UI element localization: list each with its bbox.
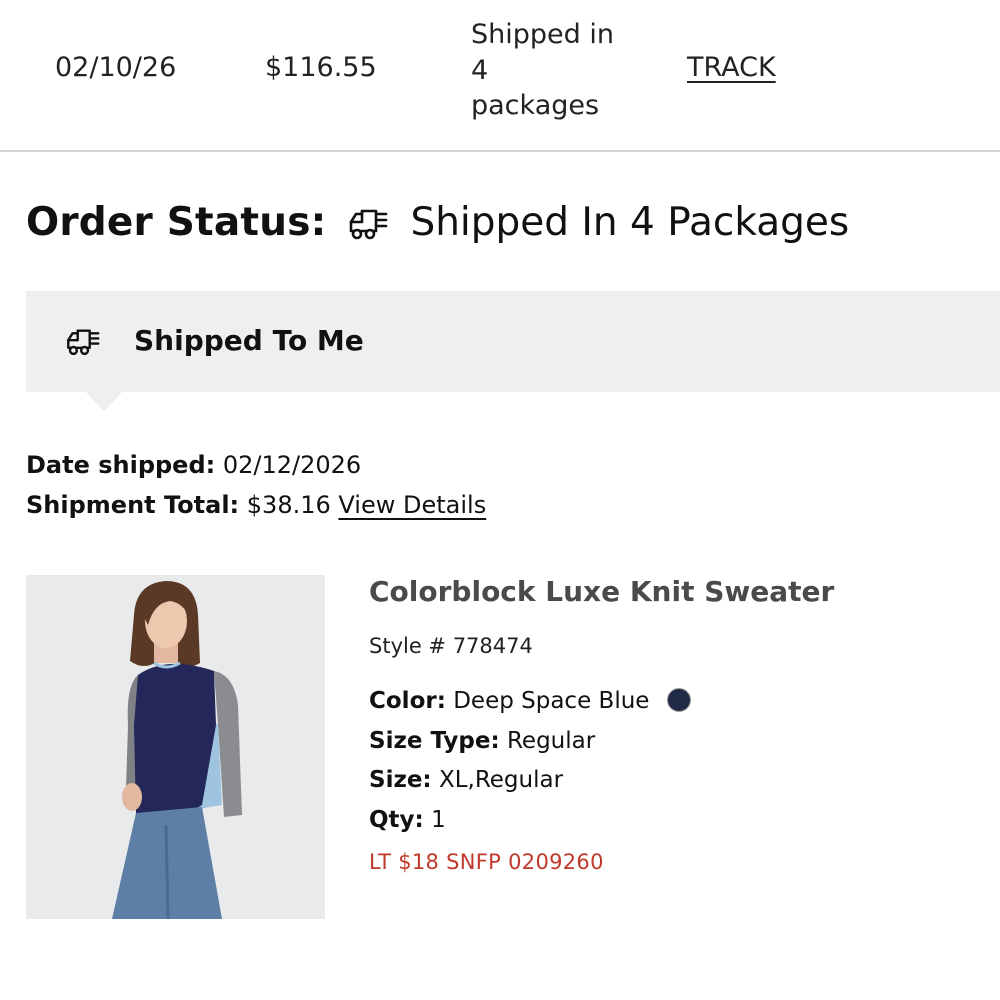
qty-row: Qty: 1 xyxy=(369,801,989,841)
track-link[interactable]: TRACK xyxy=(687,52,776,83)
color-row: Color: Deep Space Blue xyxy=(369,682,989,722)
shipment-total-label: Shipment Total: xyxy=(26,491,240,519)
qty-value: 1 xyxy=(431,806,446,833)
date-shipped-value: 02/12/2026 xyxy=(222,451,362,479)
order-status-value: Shipped In 4 Packages xyxy=(410,200,850,245)
view-details-link[interactable]: View Details xyxy=(338,491,486,519)
size-type-row: Size Type: Regular xyxy=(369,722,989,762)
color-label: Color: xyxy=(369,688,446,714)
color-swatch xyxy=(666,688,691,712)
product-attributes: Color: Deep Space Blue Size Type: Regula… xyxy=(369,682,989,840)
delivery-truck-icon xyxy=(346,205,388,241)
date-shipped-label: Date shipped: xyxy=(26,451,216,479)
size-type-value: Regular xyxy=(506,727,596,754)
order-status-label: Order Status: xyxy=(26,200,327,245)
order-shipping-status: Shipped in 4 packages xyxy=(471,17,651,124)
order-shipping-status-line: 4 xyxy=(471,54,489,86)
shipment-title: Shipped To Me xyxy=(134,324,364,357)
order-summary-row: 02/10/26 $116.55 Shipped in 4 packages T… xyxy=(0,0,1000,152)
qty-label: Qty: xyxy=(369,806,424,833)
order-shipping-status-line: packages xyxy=(471,90,600,121)
product-details: Colorblock Luxe Knit Sweater Style # 778… xyxy=(369,575,989,874)
shipment-total-row: Shipment Total: $38.16 View Details xyxy=(26,485,486,525)
date-shipped-row: Date shipped: 02/12/2026 xyxy=(26,445,486,485)
color-value: Deep Space Blue xyxy=(453,688,650,714)
size-value: XL,Regular xyxy=(438,767,564,793)
shipment-info: Date shipped: 02/12/2026 Shipment Total:… xyxy=(26,445,486,525)
size-label: Size: xyxy=(369,767,432,793)
panel-pointer xyxy=(86,392,122,412)
order-total: $116.55 xyxy=(265,52,377,83)
shipment-total-value: $38.16 xyxy=(246,491,331,519)
product-name[interactable]: Colorblock Luxe Knit Sweater xyxy=(369,575,989,608)
order-shipping-status-line: Shipped in xyxy=(471,19,614,50)
order-date: 02/10/26 xyxy=(55,52,177,83)
order-status-heading: Order Status: Shipped In 4 Packages xyxy=(26,200,849,245)
delivery-truck-icon xyxy=(64,325,100,357)
promo-code: LT $18 SNFP 0209260 xyxy=(369,850,604,874)
size-type-label: Size Type: xyxy=(369,727,500,754)
size-row: Size: XL,Regular xyxy=(369,761,989,801)
product-style-number: Style # 778474 xyxy=(369,634,533,658)
product-image[interactable] xyxy=(26,575,325,919)
shipment-panel-header[interactable]: Shipped To Me xyxy=(26,291,1000,412)
